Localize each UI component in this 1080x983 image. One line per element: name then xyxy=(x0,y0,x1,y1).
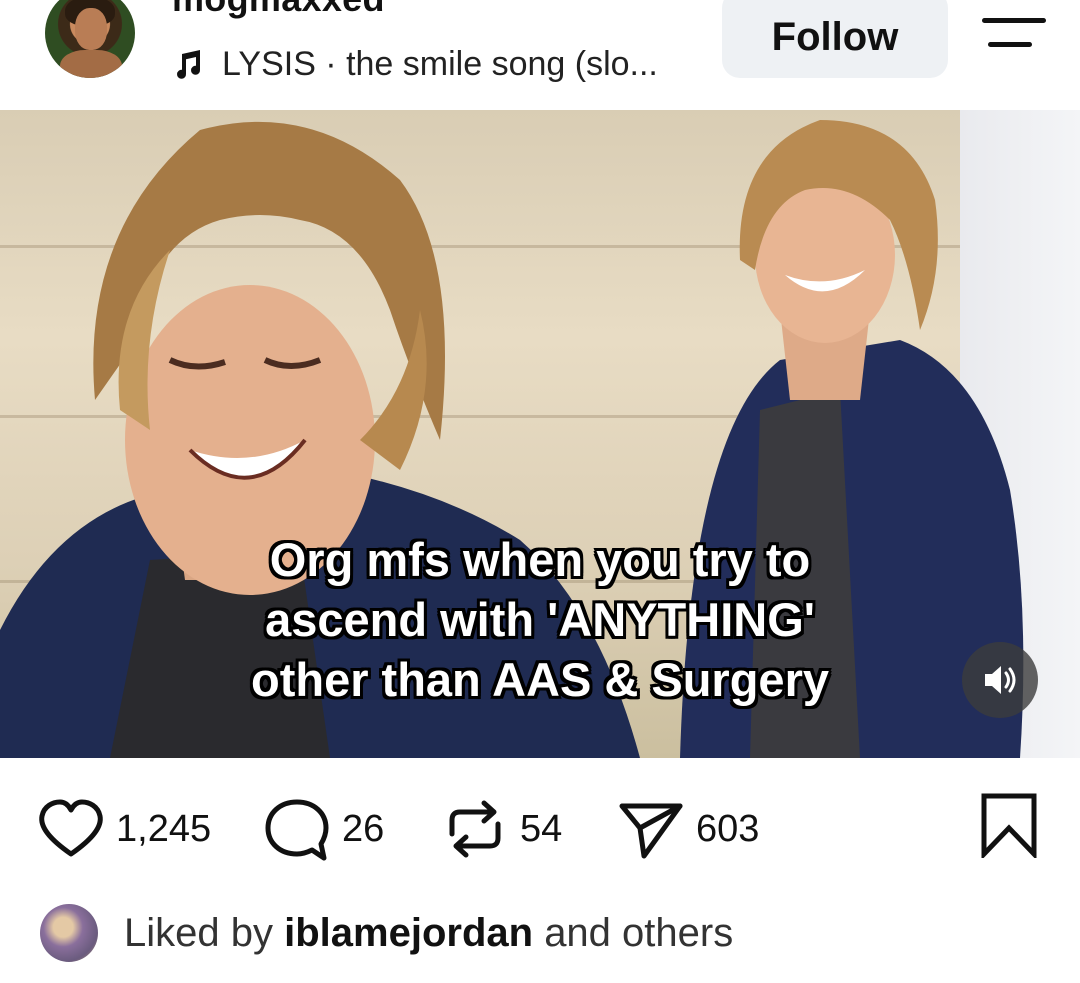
share-count: 603 xyxy=(696,807,760,850)
like-button[interactable]: 1,245 xyxy=(36,794,211,864)
repost-button[interactable]: 54 xyxy=(440,794,562,864)
music-title: LYSIS · the smile song (slo... xyxy=(222,44,658,83)
caption-line: Org mfs when you try to xyxy=(269,533,811,586)
like-count: 1,245 xyxy=(116,807,212,850)
bookmark-icon[interactable] xyxy=(978,792,1040,858)
video-caption: Org mfs when you try to ascend with 'ANY… xyxy=(150,530,930,710)
menu-icon[interactable] xyxy=(982,14,1046,54)
repost-count: 54 xyxy=(520,807,563,850)
music-note-icon xyxy=(177,50,201,79)
follow-button[interactable]: Follow xyxy=(722,0,948,78)
comment-icon xyxy=(265,799,329,861)
post-header: mogmaxxed LYSIS · the smile song (slo...… xyxy=(0,0,1080,110)
repost-icon xyxy=(449,800,501,858)
username[interactable]: mogmaxxed xyxy=(172,0,385,20)
volume-on-icon[interactable] xyxy=(962,642,1038,718)
liked-by-prefix: Liked by xyxy=(124,910,273,955)
comment-count: 26 xyxy=(342,807,385,850)
liked-by-row[interactable]: Liked by iblamejordan and others xyxy=(40,898,733,968)
post-actions: 1,245 26 54 603 xyxy=(0,758,1080,898)
caption-line: ascend with 'ANYTHING' xyxy=(265,593,815,646)
comment-button[interactable]: 26 xyxy=(262,794,384,864)
liked-by-user[interactable]: iblamejordan xyxy=(284,911,533,955)
liked-by-suffix: and others xyxy=(544,910,734,955)
heart-icon xyxy=(39,799,103,857)
music-info[interactable]: LYSIS · the smile song (slo... xyxy=(172,44,658,84)
share-button[interactable]: 603 xyxy=(616,794,759,864)
liked-by-text: Liked by iblamejordan and others xyxy=(124,911,733,956)
avatar[interactable] xyxy=(40,904,98,962)
send-icon xyxy=(619,803,683,859)
caption-line: other than AAS & Surgery xyxy=(251,653,829,706)
post-media[interactable]: Org mfs when you try to ascend with 'ANY… xyxy=(0,110,1080,758)
avatar[interactable] xyxy=(45,0,135,78)
